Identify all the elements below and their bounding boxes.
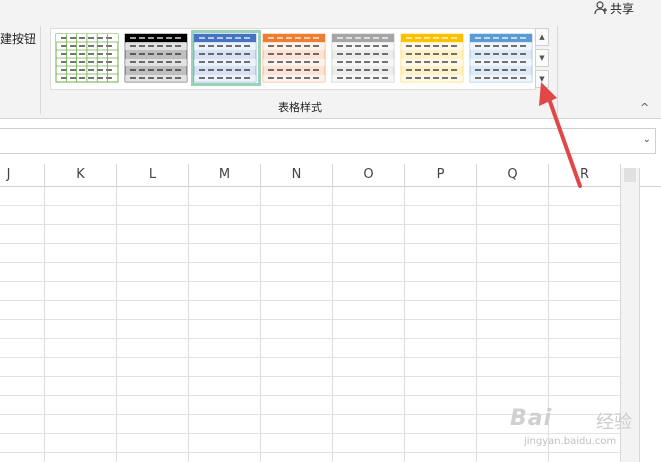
- table-styles-gallery[interactable]: [50, 28, 536, 90]
- insert-button-label-partial[interactable]: 建按钮: [0, 30, 36, 47]
- table-styles-group-label: 表格样式: [278, 101, 322, 114]
- column-header-o[interactable]: O: [333, 164, 405, 186]
- person-add-icon: [594, 1, 608, 18]
- ribbon-group-separator: [40, 26, 41, 114]
- share-label: 共享: [610, 2, 635, 16]
- grid-row-line: [0, 243, 620, 244]
- watermark-url: jingyan.baidu.com: [524, 436, 617, 447]
- column-header-n[interactable]: N: [261, 164, 333, 186]
- expand-formula-bar-icon[interactable]: ⌄: [643, 134, 651, 145]
- table-style-gold-medium[interactable]: [400, 33, 464, 83]
- grid-column-line: [116, 186, 117, 462]
- grid-row-line: [0, 224, 620, 225]
- dialog-launcher-icon[interactable]: ↘: [541, 93, 549, 103]
- baidu-watermark: Bai 经验 jingyan.baidu.com: [510, 400, 650, 458]
- table-style-blue-medium[interactable]: [193, 33, 257, 83]
- table-style-green-light[interactable]: [55, 33, 119, 83]
- column-header-p[interactable]: P: [405, 164, 477, 186]
- grid-column-line: [44, 186, 45, 462]
- grid-row-line: [0, 395, 620, 396]
- grid-row-line: [0, 376, 620, 377]
- grid-row-line: [0, 281, 620, 282]
- table-style-gray-medium[interactable]: [331, 33, 395, 83]
- grid-column-line: [476, 186, 477, 462]
- grid-row-line: [0, 262, 620, 263]
- grid-column-line: [404, 186, 405, 462]
- collapse-ribbon-button[interactable]: ^: [640, 101, 649, 114]
- gallery-scroll-up-button[interactable]: ▲: [535, 28, 549, 46]
- watermark-word: 经验: [596, 412, 632, 433]
- scrollbar-thumb[interactable]: [624, 168, 636, 182]
- column-header-r[interactable]: R: [549, 164, 621, 186]
- ribbon: 建按钮 ▲ ▼ ▼ 表格样式 ↘ ^ 共享: [0, 0, 661, 119]
- grid-column-line: [188, 186, 189, 462]
- grid-row-line: [0, 300, 620, 301]
- grid-row-line: [0, 338, 620, 339]
- grid-row-line: [0, 205, 620, 206]
- grid-row-line: [0, 357, 620, 358]
- table-style-lightblue-medium[interactable]: [469, 33, 533, 83]
- watermark-brand: Bai: [510, 406, 553, 431]
- grid-column-line: [260, 186, 261, 462]
- table-style-black-dark[interactable]: [124, 33, 188, 83]
- column-header-l[interactable]: L: [117, 164, 189, 186]
- column-header-q[interactable]: Q: [477, 164, 549, 186]
- column-header-j[interactable]: J: [0, 164, 45, 186]
- gallery-more-button[interactable]: ▼: [535, 70, 549, 88]
- column-header-k[interactable]: K: [45, 164, 117, 186]
- grid-column-line: [332, 186, 333, 462]
- share-button[interactable]: 共享: [594, 0, 634, 18]
- ribbon-group-separator: [557, 26, 558, 114]
- column-header-m[interactable]: M: [189, 164, 261, 186]
- formula-bar[interactable]: ⌄: [0, 128, 656, 154]
- column-headers: JKLMNOPQR: [0, 164, 661, 187]
- grid-row-line: [0, 319, 620, 320]
- table-style-orange-medium[interactable]: [262, 33, 326, 83]
- gallery-scroll-down-button[interactable]: ▼: [535, 49, 549, 67]
